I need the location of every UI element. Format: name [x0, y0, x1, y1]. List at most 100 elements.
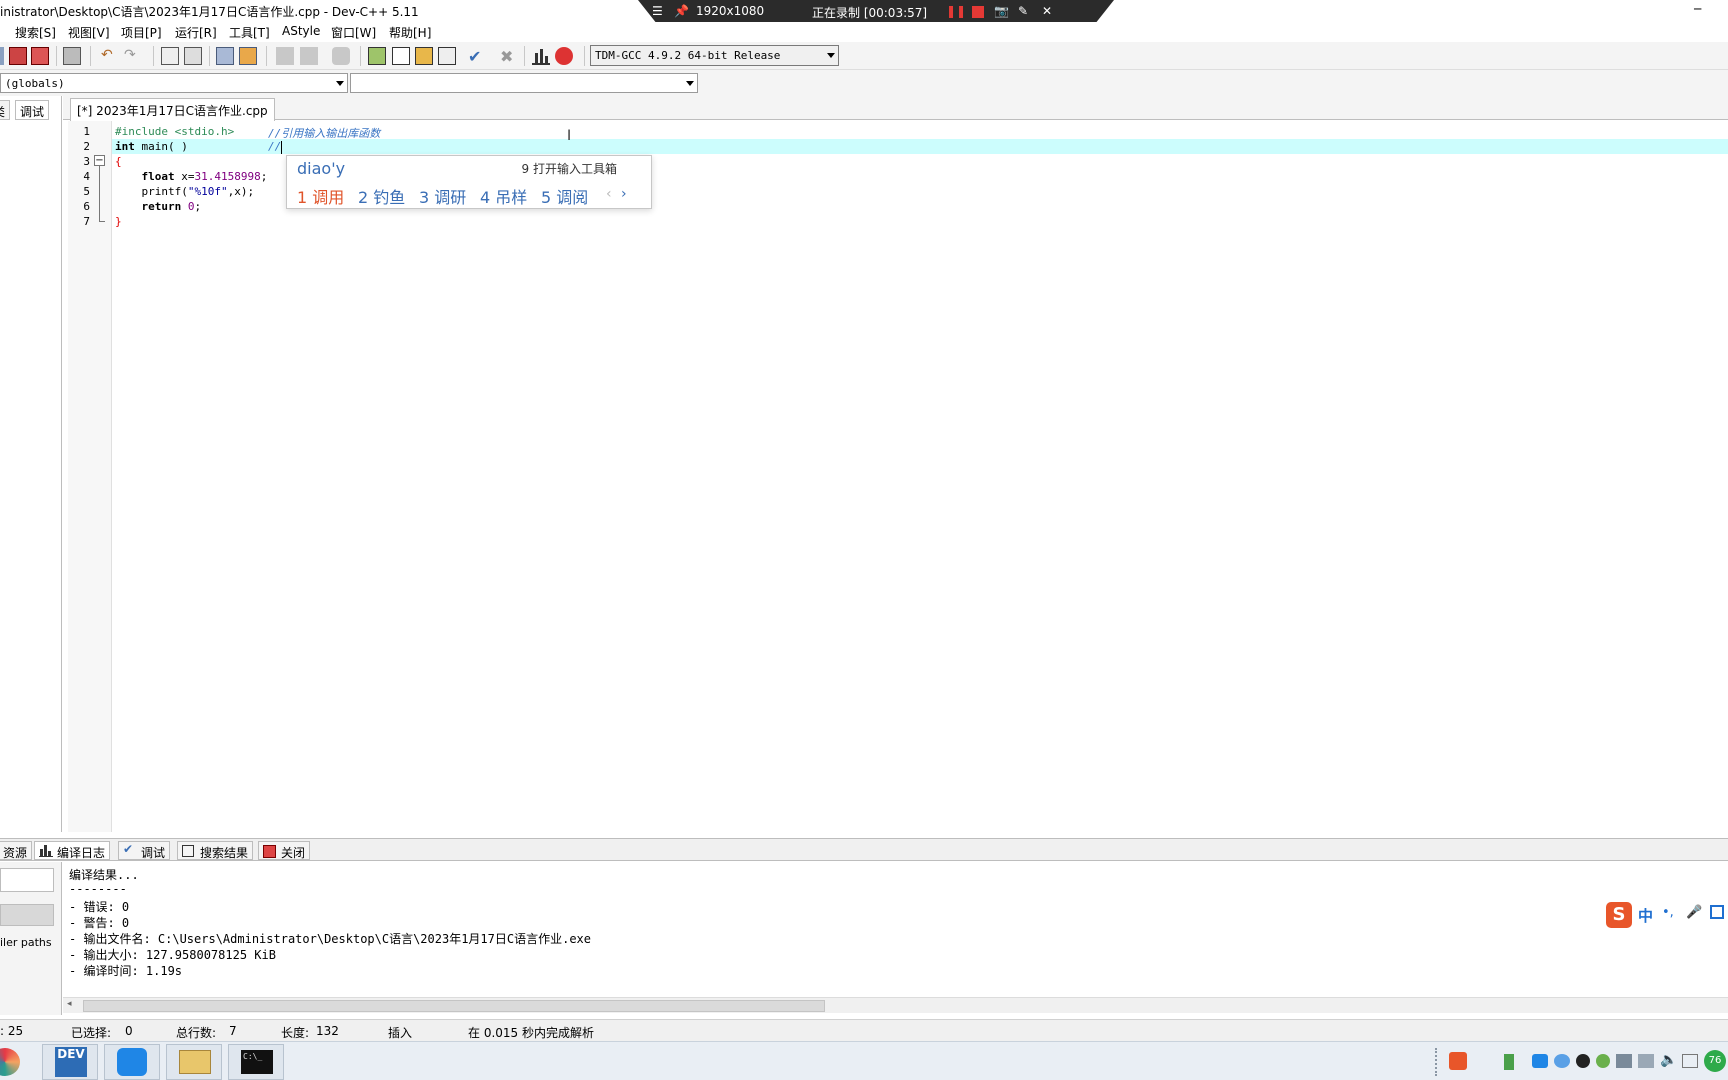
pin-icon[interactable]: 📌	[674, 4, 689, 18]
editor-tab-strip	[63, 96, 1728, 120]
tab-debug-output[interactable]: ✔ 调试	[118, 841, 171, 860]
close-icon[interactable]: ✕	[1042, 4, 1052, 18]
replace-icon[interactable]	[184, 47, 202, 65]
sogou-tray-icon[interactable]	[1449, 1052, 1467, 1070]
line-number: 1	[83, 125, 90, 138]
menu-astyle[interactable]: AStyle	[282, 24, 320, 38]
menu-icon[interactable]: ☰	[652, 4, 663, 18]
scroll-left-icon[interactable]: ◂	[67, 999, 72, 1009]
horizontal-scrollbar[interactable]: ◂	[63, 997, 1728, 1013]
redo-icon[interactable]: ↷	[124, 47, 142, 65]
ime-status-bar: S 中 •, 🎤	[1606, 900, 1728, 930]
toggle-bookmark-icon[interactable]	[276, 47, 294, 65]
record-tray-icon[interactable]	[1576, 1054, 1590, 1068]
pen-icon[interactable]: ✎	[1018, 4, 1028, 18]
pause-icon[interactable]: ❚❚	[946, 4, 966, 18]
battery-percent-badge[interactable]: 76	[1704, 1050, 1726, 1072]
ime-candidate[interactable]: 2 钓鱼	[358, 184, 405, 208]
volume-icon[interactable]: 🔈	[1660, 1052, 1677, 1068]
syntax-check-icon[interactable]: ✔	[468, 47, 486, 66]
debug-icon[interactable]	[555, 47, 573, 65]
new-file-icon[interactable]	[0, 47, 4, 65]
log-line: - 警告: 0	[69, 916, 130, 930]
meeting-tray-icon[interactable]	[1532, 1054, 1548, 1068]
run-icon[interactable]	[392, 47, 410, 65]
menu-run[interactable]: 运行[R]	[175, 24, 217, 41]
tab-close[interactable]: 关闭	[258, 841, 311, 860]
goto-bookmark-icon[interactable]	[300, 47, 318, 65]
unindent-icon[interactable]	[239, 47, 257, 65]
indent-icon[interactable]	[216, 47, 234, 65]
taskbar-meeting[interactable]	[104, 1044, 160, 1080]
cloud-tray-icon[interactable]	[1554, 1054, 1570, 1068]
menu-view[interactable]: 视图[V]	[68, 24, 110, 41]
compile-icon[interactable]	[368, 47, 386, 65]
code-editor[interactable]	[112, 121, 1728, 832]
tab-search-results[interactable]: 搜索结果	[177, 841, 254, 860]
microphone-icon[interactable]: 🎤	[1686, 905, 1702, 920]
ime-lang-toggle[interactable]: 中	[1638, 905, 1653, 926]
toolbar: ↶ ↷ ✔ ✖	[0, 42, 1728, 70]
browser-app-icon[interactable]	[0, 1048, 20, 1076]
menu-tools[interactable]: 工具[T]	[229, 24, 270, 41]
menu-project[interactable]: 项目[P]	[121, 24, 162, 41]
ime-punct-toggle[interactable]: •,	[1662, 905, 1674, 920]
network-tray-icon[interactable]	[1616, 1054, 1632, 1068]
log-option-button[interactable]	[0, 904, 54, 926]
code-comment-2: //	[268, 140, 283, 154]
shield-tray-icon[interactable]	[1596, 1054, 1610, 1068]
tab-debug[interactable]: 调试	[15, 100, 50, 120]
scope-select[interactable]: (globals)	[0, 73, 348, 93]
taskbar-explorer[interactable]	[166, 1044, 222, 1080]
ime-next-icon[interactable]: ›	[621, 186, 627, 202]
tab-classes[interactable]: 类	[0, 100, 11, 120]
code-line-5: printf("%10f",x);	[115, 185, 254, 198]
editor-tab-file[interactable]: [*] 2023年1月17日C语言作业.cpp	[70, 98, 275, 121]
code-brace: }	[115, 215, 122, 228]
rebuild-icon[interactable]	[438, 47, 456, 65]
taskbar-devcpp[interactable]: DEV	[42, 1044, 98, 1080]
sogou-logo-icon[interactable]: S	[1606, 902, 1632, 928]
code-line-6: return 0;	[115, 200, 201, 213]
find-icon[interactable]	[161, 47, 179, 65]
stop-execution-icon[interactable]: ✖	[500, 47, 518, 66]
ime-candidate[interactable]: 5 调阅	[541, 184, 588, 208]
log-option-field[interactable]	[0, 868, 54, 892]
ime-candidate[interactable]: 3 调研	[419, 184, 466, 208]
comment-icon[interactable]	[332, 47, 350, 65]
camera-icon[interactable]: 📷	[994, 4, 1009, 18]
symbol-select[interactable]	[350, 73, 698, 93]
menu-window[interactable]: 窗口[W]	[331, 24, 376, 41]
stop-icon[interactable]	[972, 6, 984, 18]
print-icon[interactable]	[63, 47, 81, 65]
ime-toolbox-link[interactable]: 9 打开输入工具箱	[522, 160, 617, 177]
monitor-tray-icon[interactable]	[1638, 1054, 1654, 1068]
tab-resources[interactable]: 资源	[0, 841, 33, 860]
tab-compile-log[interactable]: 编译日志	[34, 841, 111, 860]
battery-tray-icon[interactable]	[1504, 1054, 1514, 1070]
folder-icon	[179, 1050, 211, 1074]
compile-log[interactable]: 编译结果... -------- - 错误: 0 - 警告: 0 - 输出文件名…	[63, 862, 1728, 997]
chart-icon	[39, 844, 53, 857]
menu-help[interactable]: 帮助[H]	[389, 24, 431, 41]
compiler-select[interactable]: TDM-GCC 4.9.2 64-bit Release	[590, 45, 839, 66]
scrollbar-thumb[interactable]	[83, 1000, 825, 1012]
fold-collapse-icon[interactable]: −	[94, 155, 105, 166]
undo-icon[interactable]: ↶	[101, 47, 119, 65]
compile-run-icon[interactable]	[415, 47, 433, 65]
taskbar-console[interactable]: C:\_	[228, 1044, 284, 1080]
toolbox-icon[interactable]	[1710, 905, 1724, 919]
close-file-icon[interactable]	[9, 47, 27, 65]
line-number: 6	[83, 200, 90, 213]
minimize-icon[interactable]: ─	[1694, 2, 1701, 16]
ime-prev-icon[interactable]: ‹	[606, 186, 612, 202]
ime-candidate[interactable]: 1 调用	[297, 184, 344, 208]
scope-select-value: (globals)	[5, 77, 65, 90]
menu-search[interactable]: 搜索[S]	[15, 24, 56, 41]
code-brace: {	[115, 155, 122, 168]
keyboard-tray-icon[interactable]	[1682, 1054, 1698, 1068]
ime-candidate[interactable]: 4 吊样	[480, 184, 527, 208]
ime-pinyin: diao'y	[297, 159, 346, 178]
chart-icon[interactable]	[532, 47, 550, 65]
close-all-icon[interactable]	[31, 47, 49, 65]
